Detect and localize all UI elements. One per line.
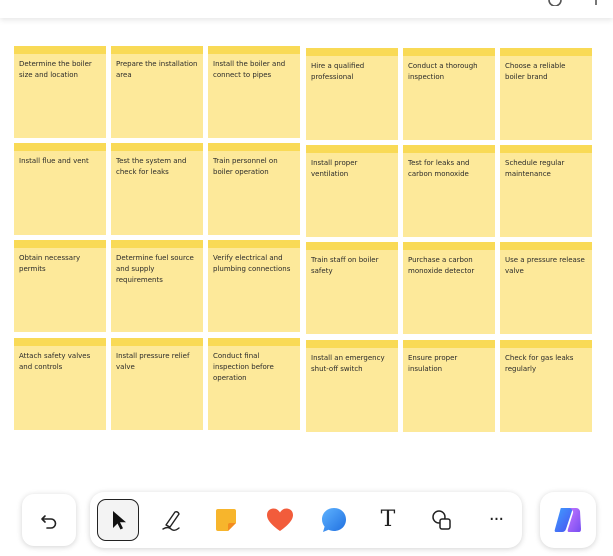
sticky-note-header xyxy=(14,338,106,346)
sticky-note[interactable]: Install an emergency shut-off switch xyxy=(306,340,398,432)
more-icon: ··· xyxy=(488,509,504,530)
sticky-note[interactable]: Install proper ventilation xyxy=(306,145,398,237)
sticky-note-header xyxy=(208,143,300,151)
sticky-note[interactable]: Ensure proper insulation xyxy=(403,340,495,432)
sticky-note[interactable]: Determine fuel source and supply require… xyxy=(111,240,203,332)
top-bar xyxy=(0,0,613,18)
sticky-note-header xyxy=(111,143,203,151)
bottom-toolbar: T ··· xyxy=(90,492,522,548)
sticky-note[interactable]: Hire a qualified professional xyxy=(306,48,398,140)
pen-icon xyxy=(162,511,180,531)
shapes-icon xyxy=(432,510,451,530)
sticky-note[interactable]: Train personnel on boiler operation xyxy=(208,143,300,235)
sticky-note-text: Obtain necessary permits xyxy=(19,254,81,273)
sticky-note-text: Test the system and check for leaks xyxy=(116,157,187,176)
sticky-note[interactable]: Attach safety valves and controls xyxy=(14,338,106,430)
sticky-note-text: Purchase a carbon monoxide detector xyxy=(408,256,475,275)
sticky-note-text: Install proper ventilation xyxy=(311,159,358,178)
sticky-note-icon xyxy=(216,509,236,531)
sticky-note-header xyxy=(403,242,495,250)
sticky-note-header xyxy=(111,338,203,346)
sticky-note[interactable]: Install flue and vent xyxy=(14,143,106,235)
sticky-note-header xyxy=(208,46,300,54)
sticky-note-header xyxy=(208,338,300,346)
heart-icon xyxy=(267,508,293,531)
undo-button[interactable] xyxy=(22,494,76,546)
sticky-note[interactable]: Install the boiler and connect to pipes xyxy=(208,46,300,138)
reaction-tool-button[interactable] xyxy=(259,499,301,541)
sticky-note[interactable]: Use a pressure release valve xyxy=(500,242,592,334)
sticky-note[interactable]: Test for leaks and carbon monoxide xyxy=(403,145,495,237)
sticky-note[interactable]: Purchase a carbon monoxide detector xyxy=(403,242,495,334)
sticky-note-header xyxy=(500,242,592,250)
sticky-note-tool-button[interactable] xyxy=(205,499,247,541)
sticky-note-header xyxy=(111,46,203,54)
sticky-note-header xyxy=(306,48,398,56)
copilot-icon xyxy=(554,508,581,532)
sticky-note[interactable]: Schedule regular maintenance xyxy=(500,145,592,237)
sticky-note-header xyxy=(403,340,495,348)
sticky-note-text: Determine fuel source and supply require… xyxy=(116,254,194,284)
sticky-note-text: Test for leaks and carbon monoxide xyxy=(408,159,470,178)
sticky-note[interactable]: Train staff on boiler safety xyxy=(306,242,398,334)
sticky-note[interactable]: Conduct final inspection before operatio… xyxy=(208,338,300,430)
sticky-note-text: Install an emergency shut-off switch xyxy=(311,354,385,373)
sticky-note-header xyxy=(500,145,592,153)
sticky-note-header xyxy=(500,48,592,56)
sticky-note-header xyxy=(306,340,398,348)
sticky-note-text: Choose a reliable boiler brand xyxy=(505,62,566,81)
sticky-note-header xyxy=(111,240,203,248)
undo-icon xyxy=(41,515,57,529)
sticky-note[interactable]: Prepare the installation area xyxy=(111,46,203,138)
shapes-tool-button[interactable] xyxy=(421,499,463,541)
sticky-note-text: Ensure proper insulation xyxy=(408,354,458,373)
comment-tool-button[interactable] xyxy=(313,499,355,541)
sticky-note[interactable]: Conduct a thorough inspection xyxy=(403,48,495,140)
more-tools-button[interactable]: ··· xyxy=(475,499,517,541)
sticky-note-text: Conduct a thorough inspection xyxy=(408,62,478,81)
sticky-note-text: Hire a qualified professional xyxy=(311,62,365,81)
sticky-note-text: Install flue and vent xyxy=(19,157,89,165)
sticky-note-text: Use a pressure release valve xyxy=(505,256,585,275)
copilot-button[interactable] xyxy=(540,492,596,548)
sticky-note[interactable]: Check for gas leaks regularly xyxy=(500,340,592,432)
sticky-note-text: Train staff on boiler safety xyxy=(311,256,379,275)
pen-tool-button[interactable] xyxy=(151,499,193,541)
user-icon[interactable] xyxy=(548,0,562,6)
sticky-note-text: Install the boiler and connect to pipes xyxy=(213,60,286,79)
sticky-note[interactable]: Test the system and check for leaks xyxy=(111,143,203,235)
comment-icon xyxy=(322,508,346,532)
text-icon: T xyxy=(380,507,396,532)
menu-icon[interactable] xyxy=(592,0,600,6)
cursor-icon xyxy=(113,511,126,530)
sticky-note-header xyxy=(306,242,398,250)
sticky-note-text: Conduct final inspection before operatio… xyxy=(213,352,274,382)
sticky-note-text: Verify electrical and plumbing connectio… xyxy=(213,254,291,273)
sticky-note[interactable]: Verify electrical and plumbing connectio… xyxy=(208,240,300,332)
sticky-note-header xyxy=(14,46,106,54)
sticky-note[interactable]: Choose a reliable boiler brand xyxy=(500,48,592,140)
text-tool-button[interactable]: T xyxy=(367,499,409,541)
sticky-note-text: Train personnel on boiler operation xyxy=(213,157,278,176)
sticky-note[interactable]: Determine the boiler size and location xyxy=(14,46,106,138)
sticky-note-header xyxy=(14,240,106,248)
sticky-note-text: Install pressure relief valve xyxy=(116,352,190,371)
sticky-note-text: Check for gas leaks regularly xyxy=(505,354,574,373)
whiteboard-app: Determine the boiler size and location Pr… xyxy=(0,0,613,556)
sticky-note-header xyxy=(208,240,300,248)
select-tool-button[interactable] xyxy=(97,499,139,541)
sticky-note-text: Attach safety valves and controls xyxy=(19,352,91,371)
sticky-note-header xyxy=(403,145,495,153)
sticky-note[interactable]: Obtain necessary permits xyxy=(14,240,106,332)
sticky-note-header xyxy=(500,340,592,348)
sticky-note-header xyxy=(306,145,398,153)
sticky-note-text: Schedule regular maintenance xyxy=(505,159,565,178)
sticky-note[interactable]: Install pressure relief valve xyxy=(111,338,203,430)
sticky-note-text: Prepare the installation area xyxy=(116,60,198,79)
sticky-note-header xyxy=(14,143,106,151)
sticky-note-header xyxy=(403,48,495,56)
sticky-note-text: Determine the boiler size and location xyxy=(19,60,92,79)
